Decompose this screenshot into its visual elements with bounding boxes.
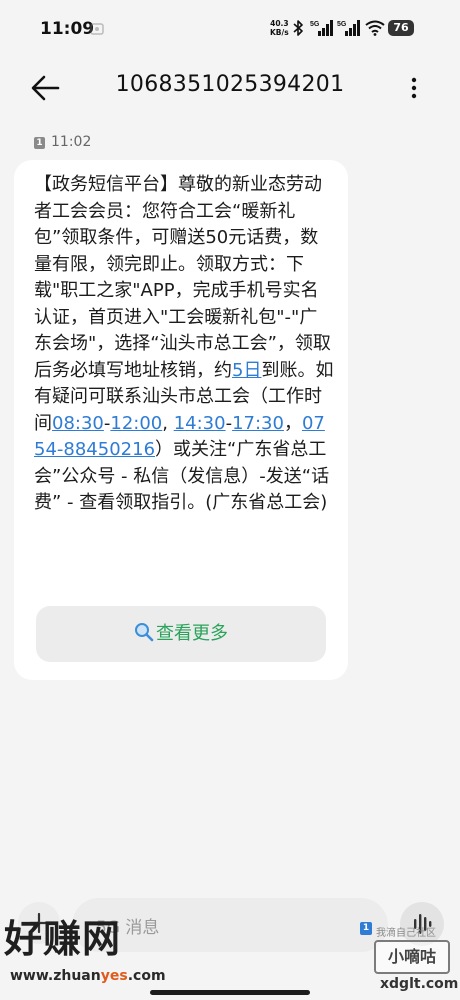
signal2-label: 5G: [337, 21, 347, 28]
time-link[interactable]: 12:00: [110, 413, 162, 434]
message-text: 【政务短信平台】尊敬的新业态劳动者工会会员：您符合工会“暖新礼包”领取条件，可赠…: [34, 172, 334, 517]
sender-number-title: 1068351025394201: [115, 72, 345, 97]
signal-strength-icon: 5G: [310, 20, 333, 36]
notification-icon: [90, 23, 104, 35]
watermark-logo-text: 好赚网: [4, 917, 122, 961]
watermark-url-prefix: www.zhuan: [10, 968, 101, 984]
wifi-icon: [365, 20, 385, 36]
message-text-part: ,: [162, 412, 174, 434]
sms-conversation-screen: 11:09 40.3 KB/s 5G 5G 76 106835102539420…: [0, 0, 460, 1000]
message-bubble[interactable]: 【政务短信平台】尊敬的新业态劳动者工会会员：您符合工会“暖新礼包”领取条件，可赠…: [14, 160, 348, 680]
more-options-button[interactable]: [402, 70, 426, 106]
time-link[interactable]: 08:30: [52, 413, 104, 434]
status-time: 11:09: [40, 19, 95, 39]
status-bar: 11:09 40.3 KB/s 5G 5G 76: [0, 0, 460, 58]
conversation-header: 1068351025394201: [0, 58, 460, 118]
message-text-part: ，: [283, 412, 302, 434]
message-timestamp: 1 11:02: [34, 134, 91, 154]
message-time: 11:02: [51, 134, 92, 150]
signal1-label: 5G: [310, 21, 320, 28]
network-speed-value: 40.3: [270, 19, 289, 28]
signal-strength-icon: 5G: [337, 20, 360, 36]
time-link[interactable]: 14:30: [174, 413, 226, 434]
network-speed-unit: KB/s: [270, 28, 289, 37]
date-link[interactable]: 5日: [232, 360, 261, 381]
send-sim-badge[interactable]: 1: [360, 922, 372, 935]
watermark-badge: 小嘀咕: [374, 940, 450, 974]
more-vertical-icon: [411, 77, 417, 99]
home-indicator[interactable]: [150, 990, 310, 995]
watermark-url: www.zhuanyes.com: [10, 968, 166, 984]
watermark-site: xdglt.com: [380, 976, 459, 992]
view-more-label: 查看更多: [156, 623, 228, 644]
magnifier-icon: [135, 623, 154, 642]
watermark-community-text: 我滴自己社区: [376, 928, 436, 939]
view-more-button[interactable]: 查看更多: [36, 606, 326, 662]
message-text-part: 【政务短信平台】尊敬的新业态劳动者工会会员：您符合工会“暖新礼包”领取条件，可赠…: [34, 174, 331, 381]
watermark-url-highlight: yes: [100, 968, 128, 984]
watermark-url-suffix: .com: [127, 968, 166, 984]
sim-badge: 1: [34, 137, 45, 149]
bluetooth-icon: [293, 20, 303, 36]
time-link[interactable]: 17:30: [232, 413, 284, 434]
battery-indicator: 76: [388, 20, 414, 36]
network-speed: 40.3 KB/s: [270, 19, 289, 37]
